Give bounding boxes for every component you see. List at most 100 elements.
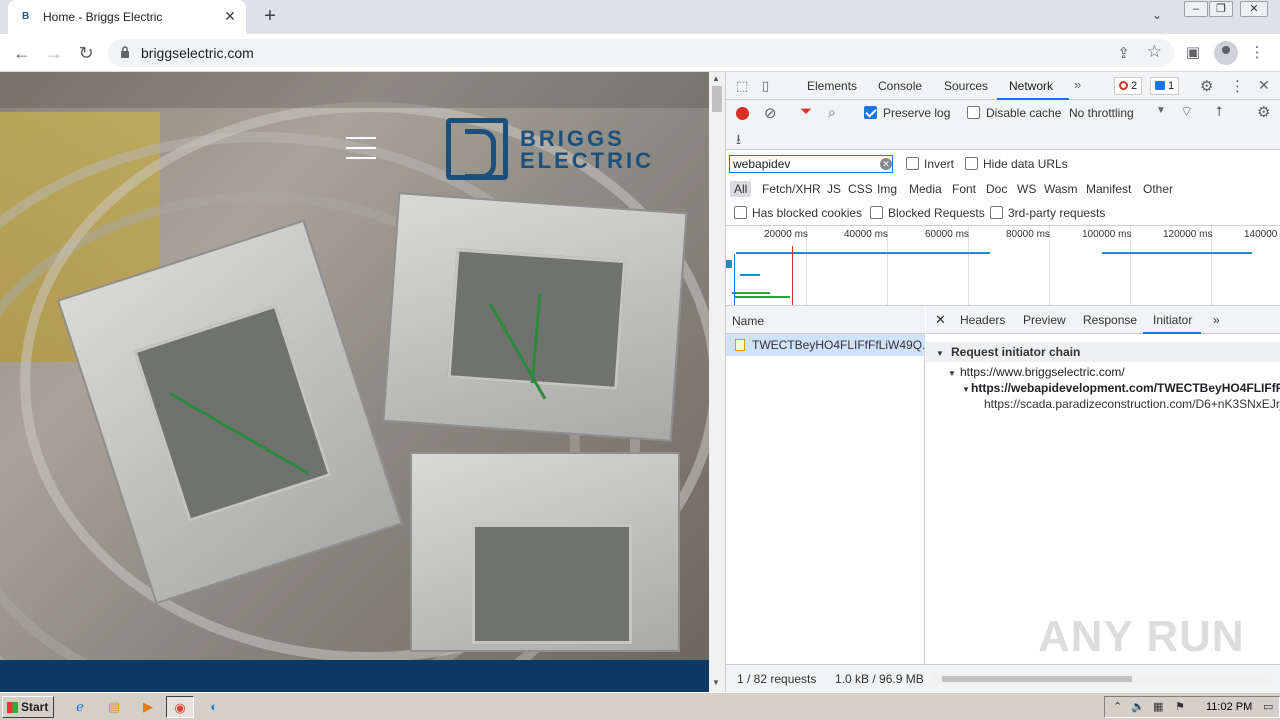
detail-horizontal-scrollbar[interactable] (932, 674, 1270, 684)
more-tabs-chevron-icon[interactable]: » (1074, 77, 1081, 92)
close-tab-icon[interactable]: ✕ (222, 8, 238, 24)
tab-sources[interactable]: Sources (944, 79, 988, 93)
message-count-badge[interactable]: 1 (1150, 77, 1180, 95)
filter-type-all[interactable]: All (730, 181, 752, 197)
share-icon[interactable]: ⇪ (1117, 44, 1130, 62)
new-tab-button[interactable]: + (260, 6, 280, 26)
transfer-size: 1.0 kB / 96.9 MB (835, 672, 924, 686)
disable-cache-checkbox[interactable] (967, 106, 980, 119)
tab-response[interactable]: Response (1083, 313, 1137, 327)
browser-toolbar: ← → ↻ briggselectric.com ⇪ ☆ ▣ ⋮ (0, 34, 1280, 72)
clear-icon[interactable]: ⊘ (764, 104, 777, 122)
preserve-log-checkbox[interactable] (864, 106, 877, 119)
filter-type-css[interactable]: CSS (848, 182, 873, 196)
reload-button[interactable]: ↻ (74, 42, 98, 64)
tray-expand-icon[interactable]: ⌃ (1113, 700, 1122, 713)
filter-type-wasm[interactable]: Wasm (1044, 182, 1078, 196)
close-devtools-icon[interactable]: ✕ (1258, 77, 1270, 94)
filter-type-js[interactable]: JS (827, 182, 841, 196)
network-overview-timeline[interactable]: 20000 ms 40000 ms 60000 ms 80000 ms 1000… (726, 226, 1280, 306)
tab-network[interactable]: Network (1009, 79, 1053, 93)
chrome-icon[interactable]: ◉ (166, 696, 194, 718)
devtools-panel: ⬚ ▯ Elements Console Sources Network » 2… (725, 72, 1280, 692)
blocked-requests-checkbox[interactable] (870, 206, 883, 219)
menu-hamburger-icon[interactable] (346, 137, 376, 159)
initiator-chain-item[interactable]: https://scada.paradizeconstruction.com/D… (984, 397, 1280, 411)
close-window-button[interactable]: ✕ (1240, 1, 1268, 17)
network-status-bar: 1 / 82 requests 1.0 kB / 96.9 MB (726, 664, 1280, 692)
throttling-dropdown-icon[interactable]: ▼ (1156, 105, 1166, 116)
edge-icon[interactable]: ◐ (200, 696, 228, 718)
throttling-select[interactable]: No throttling (1069, 106, 1134, 120)
filter-type-media[interactable]: Media (909, 182, 942, 196)
back-button[interactable]: ← (10, 42, 34, 64)
filter-funnel-icon[interactable]: ⏷ (800, 103, 812, 120)
settings-gear-icon[interactable]: ⚙ (1200, 77, 1213, 95)
error-count-badge[interactable]: 2 (1114, 77, 1143, 95)
request-row[interactable]: TWECTBeyHO4FLIFfFfLiW49Q... (726, 334, 932, 356)
tab-preview[interactable]: Preview (1023, 313, 1066, 327)
address-bar[interactable]: briggselectric.com ⇪ ☆ (108, 39, 1174, 67)
explorer-folder-icon[interactable]: ▤ (100, 696, 128, 718)
close-detail-icon[interactable]: ✕ (935, 312, 946, 328)
timeline-tick: 140000 (1244, 229, 1278, 240)
name-column-header[interactable]: Name (726, 306, 925, 334)
minimize-button[interactable]: – (1184, 1, 1208, 17)
devtools-menu-icon[interactable]: ⋮ (1230, 77, 1245, 95)
flag-icon[interactable]: ⚑ (1175, 700, 1185, 713)
system-tray: ⌃ 🔈 ▦ ⚑ ▭ (1104, 696, 1280, 718)
forward-button[interactable]: → (42, 42, 66, 64)
restore-button[interactable]: ❐ (1209, 1, 1233, 17)
expand-triangle-icon: ▼ (948, 369, 956, 378)
filter-type-font[interactable]: Font (952, 182, 976, 196)
filter-type-doc[interactable]: Doc (986, 182, 1007, 196)
request-detail-pane: ✕ Headers Preview Response Initiator » ▼… (926, 306, 1280, 664)
section-title: Request initiator chain (951, 345, 1081, 359)
record-icon[interactable] (736, 107, 749, 120)
import-har-icon[interactable]: ⭡ (1216, 103, 1223, 120)
timeline-tick: 80000 ms (1006, 229, 1050, 240)
tab-console[interactable]: Console (878, 79, 922, 93)
briggs-electric-logo[interactable]: BRIGGS ELECTRIC (446, 116, 666, 182)
network-conditions-icon[interactable]: ⌔ (1180, 103, 1193, 121)
initiator-chain-item[interactable]: https://webapidevelopment.com/TWECTBeyHO… (971, 381, 1280, 395)
profile-avatar[interactable] (1214, 41, 1238, 65)
media-player-icon[interactable]: ▶ (134, 696, 162, 718)
volume-icon[interactable]: 🔈 (1131, 700, 1145, 713)
bookmark-star-icon[interactable]: ☆ (1147, 42, 1162, 62)
third-party-checkbox[interactable] (990, 206, 1003, 219)
clear-filter-icon[interactable]: ✕ (880, 158, 892, 170)
tab-elements[interactable]: Elements (807, 79, 857, 93)
browser-tab[interactable]: B Home - Briggs Electric ✕ (8, 0, 246, 34)
menu-kebab-icon[interactable]: ⋮ (1246, 42, 1268, 64)
filter-type-fetch-xhr[interactable]: Fetch/XHR (762, 182, 821, 196)
network-icon[interactable]: ▦ (1153, 700, 1163, 713)
device-toolbar-icon[interactable]: ▯ (762, 78, 769, 94)
filter-type-img[interactable]: Img (877, 182, 897, 196)
inspect-element-icon[interactable]: ⬚ (736, 78, 748, 94)
side-panel-icon[interactable]: ▣ (1182, 42, 1204, 64)
document-icon (735, 339, 745, 351)
filter-input[interactable]: webapidev (729, 155, 893, 173)
show-desktop-icon[interactable]: ▭ (1263, 700, 1273, 713)
initiator-chain-item[interactable]: https://www.briggselectric.com/ (960, 365, 1125, 379)
page-scrollbar[interactable]: ▲ ▼ (709, 72, 725, 692)
tab-search-chevron-icon[interactable]: ⌄ (1152, 8, 1162, 22)
start-button[interactable]: Start (2, 696, 54, 718)
filter-type-manifest[interactable]: Manifest (1086, 182, 1131, 196)
tab-headers[interactable]: Headers (960, 313, 1005, 327)
has-blocked-cookies-checkbox[interactable] (734, 206, 747, 219)
ie-icon[interactable]: ℯ (66, 696, 94, 718)
tab-initiator[interactable]: Initiator (1153, 313, 1192, 327)
search-icon[interactable]: ⌕ (828, 104, 836, 121)
invert-checkbox[interactable] (906, 157, 919, 170)
hide-data-urls-checkbox[interactable] (965, 157, 978, 170)
more-detail-tabs-icon[interactable]: » (1213, 313, 1220, 327)
network-settings-gear-icon[interactable]: ⚙ (1257, 103, 1270, 121)
initiator-chain-section[interactable]: ▼ Request initiator chain (926, 342, 1280, 362)
site-favicon-icon: B (22, 11, 30, 22)
timeline-tick: 60000 ms (925, 229, 969, 240)
filter-type-ws[interactable]: WS (1017, 182, 1036, 196)
preserve-log-label: Preserve log (883, 106, 951, 120)
filter-type-other[interactable]: Other (1143, 182, 1173, 196)
